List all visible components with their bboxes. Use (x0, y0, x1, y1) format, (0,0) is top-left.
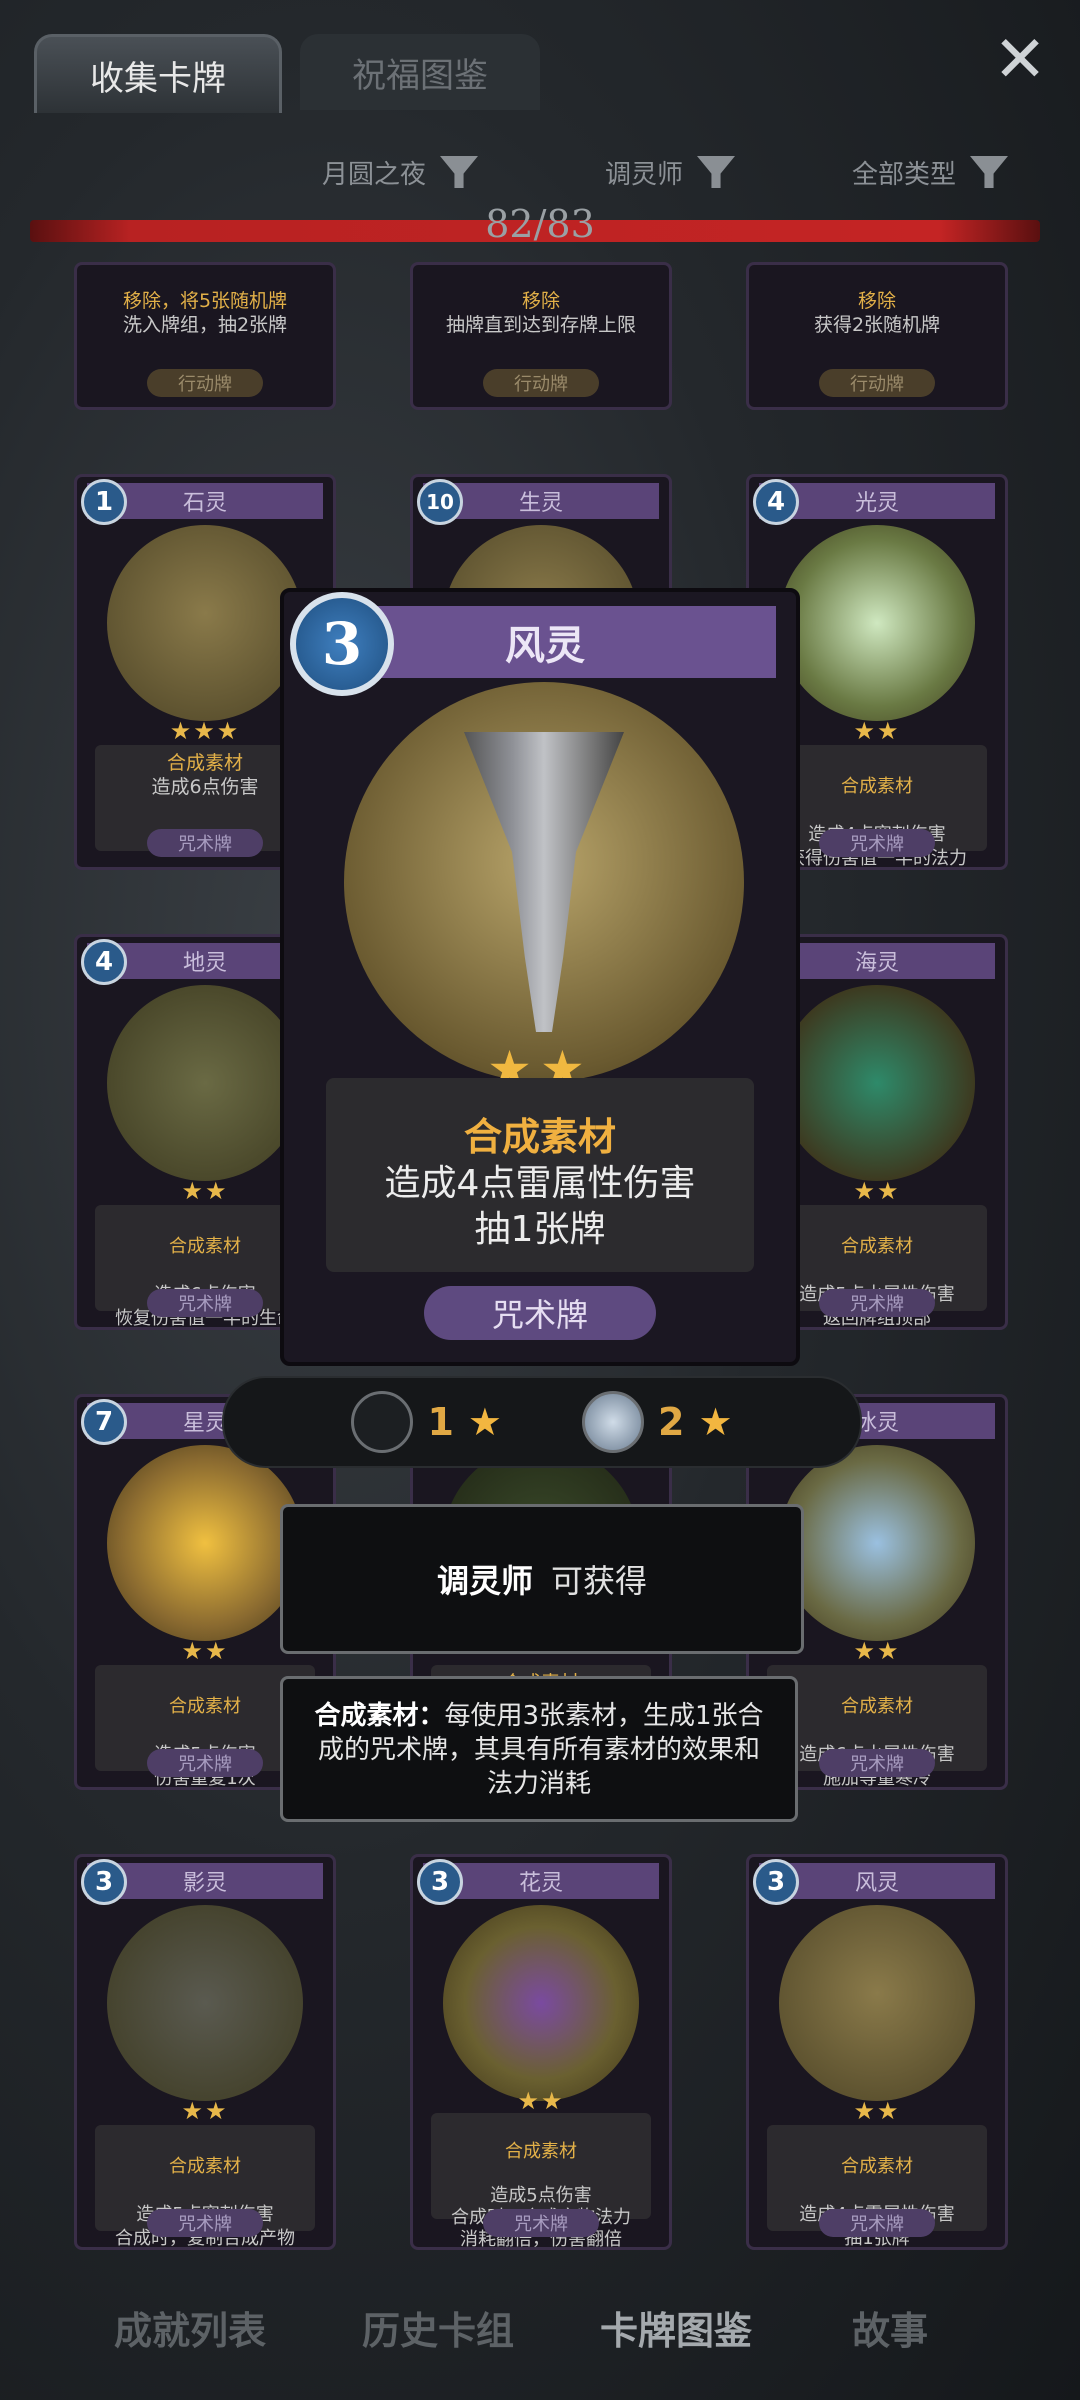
card-line: 洗入牌组，抽2张牌 (122, 314, 288, 336)
keyword-explanation-box: 合成素材：每使用3张素材，生成1张合成的咒术牌，其具有所有素材的效果和法力消耗 (280, 1676, 798, 1822)
card-stars: ★★ (181, 2097, 229, 2125)
card-type: 咒术牌 (147, 2209, 263, 2237)
card-type: 咒术牌 (147, 1749, 263, 1777)
card-text: 移除，将5张随机牌 洗入牌组，抽2张牌 (95, 283, 315, 359)
filter-label: 全部类型 (851, 159, 956, 190)
star-spirit-art (107, 1445, 303, 1641)
shadow-spirit-art (107, 1905, 303, 2101)
wind-spirit-art (344, 682, 744, 1082)
nav-card-codex[interactable]: 卡牌图鉴 (576, 2300, 776, 2360)
star-level-number: 2 (658, 1400, 685, 1444)
sea-spirit-art (779, 985, 975, 1181)
empty-orb-icon (351, 1391, 414, 1453)
card-type: 咒术牌 (147, 1289, 263, 1317)
filter-label: 调灵师 (604, 159, 683, 190)
nav-achievements[interactable]: 成就列表 (100, 2300, 280, 2360)
card-keyword: 合成素材 (841, 776, 913, 797)
card-cost: 4 (81, 939, 127, 985)
card-cost: 3 (81, 1859, 127, 1905)
card-type: 咒术牌 (819, 1749, 935, 1777)
close-icon[interactable]: ✕ (990, 28, 1050, 92)
card-cost: 1 (81, 479, 127, 525)
detail-card-cost: 3 (290, 592, 394, 696)
card-action-3[interactable]: 移除 获得2张随机牌 行动牌 (746, 262, 1008, 410)
card-text: 合成素材 造成5点伤害 合成时，合成产物法力 消耗翻倍，伤害翻倍 (431, 2113, 651, 2247)
star-icon: ★ (467, 1400, 502, 1444)
star-icon: ★ (698, 1400, 733, 1444)
card-cost: 4 (753, 479, 799, 525)
card-line: 获得2张随机牌 (813, 314, 941, 336)
card-wind-spirit-small[interactable]: 风灵 3 ★★ 合成素材 造成4点雷属性伤害 抽1张牌 咒术牌 (746, 1854, 1008, 2250)
card-type: 行动牌 (147, 369, 263, 397)
stone-spirit-art (107, 525, 303, 721)
obtain-info-box: 调灵师 可获得 (280, 1504, 804, 1654)
card-stars: ★★ (517, 2087, 565, 2115)
card-type: 咒术牌 (147, 829, 263, 857)
detail-card-desc-1: 造成4点雷属性伤害 (384, 1163, 696, 1204)
card-line: 移除 (857, 290, 896, 312)
star-level-selector: 1 ★ 2 ★ (222, 1376, 862, 1468)
star-level-number: 1 (427, 1400, 454, 1444)
card-cost: 3 (753, 1859, 799, 1905)
obtain-class: 调灵师 (436, 1562, 533, 1600)
funnel-icon (440, 156, 478, 188)
card-line: 移除，将5张随机牌 (122, 290, 288, 312)
star-level-2[interactable]: 2 ★ (582, 1391, 733, 1453)
detail-card-keyword: 合成素材 (463, 1115, 616, 1159)
obtain-label: 可获得 (551, 1562, 648, 1600)
flower-spirit-art (443, 1905, 639, 2101)
wind-spirit-art-small (779, 1905, 975, 2101)
card-flower-spirit[interactable]: 花灵 3 ★★ 合成素材 造成5点伤害 合成时，合成产物法力 消耗翻倍，伤害翻倍… (410, 1854, 672, 2250)
card-text: 移除 获得2张随机牌 (767, 283, 987, 359)
funnel-icon (970, 156, 1008, 188)
ice-spirit-art (779, 1445, 975, 1641)
earth-spirit-art (107, 985, 303, 1181)
tornado-icon (464, 732, 624, 1032)
card-text: 移除 抽牌直到达到存牌上限 (431, 283, 651, 359)
card-action-1[interactable]: 移除，将5张随机牌 洗入牌组，抽2张牌 行动牌 (74, 262, 336, 410)
card-detail-wind-spirit[interactable]: 风灵 3 ★★ 合成素材 造成4点雷属性伤害 抽1张牌 咒术牌 (280, 588, 800, 1366)
card-action-2[interactable]: 移除 抽牌直到达到存牌上限 行动牌 (410, 262, 672, 410)
card-keyword: 合成素材 (505, 2141, 577, 2162)
card-shadow-spirit[interactable]: 影灵 3 ★★ 合成素材 造成5点穿刺伤害 合成时，复制合成产物 咒术牌 (74, 1854, 336, 2250)
card-keyword: 合成素材 (841, 2156, 913, 2177)
card-cost: 7 (81, 1399, 127, 1445)
detail-card-text: 合成素材 造成4点雷属性伤害 抽1张牌 (326, 1078, 754, 1272)
light-spirit-art (779, 525, 975, 721)
card-type: 咒术牌 (483, 2209, 599, 2237)
tab-collect-cards[interactable]: 收集卡牌 (34, 34, 282, 113)
filter-moon-night[interactable]: 月圆之夜 (290, 146, 510, 198)
card-cost: 3 (417, 1859, 463, 1905)
star-level-1[interactable]: 1 ★ (351, 1391, 502, 1453)
card-type: 行动牌 (483, 369, 599, 397)
card-keyword: 合成素材 (841, 1696, 913, 1717)
moon-orb-icon (582, 1391, 644, 1453)
card-type: 咒术牌 (819, 1289, 935, 1317)
card-type: 咒术牌 (819, 829, 935, 857)
card-line: 抽牌直到达到存牌上限 (445, 314, 636, 336)
filter-class[interactable]: 调灵师 (570, 146, 770, 198)
card-type: 行动牌 (819, 369, 935, 397)
card-type: 咒术牌 (819, 2209, 935, 2237)
filter-label: 月圆之夜 (321, 159, 426, 190)
card-keyword: 合成素材 (169, 2156, 241, 2177)
nav-story[interactable]: 故事 (840, 2300, 940, 2360)
detail-card-desc-2: 抽1张牌 (474, 1209, 606, 1250)
collection-progress-text: 82/83 (485, 202, 595, 246)
funnel-icon (697, 156, 735, 188)
detail-card-type: 咒术牌 (424, 1286, 656, 1340)
filter-type[interactable]: 全部类型 (820, 146, 1040, 198)
card-desc: 造成6点伤害 (151, 776, 259, 798)
card-cost: 10 (417, 479, 463, 525)
card-keyword: 合成素材 (841, 1236, 913, 1257)
nav-history-decks[interactable]: 历史卡组 (338, 2300, 538, 2360)
keyword-title: 合成素材： (314, 1701, 445, 1731)
card-stars: ★★ (853, 2097, 901, 2125)
card-line: 移除 (521, 290, 560, 312)
tab-blessing-codex[interactable]: 祝福图鉴 (300, 34, 540, 110)
